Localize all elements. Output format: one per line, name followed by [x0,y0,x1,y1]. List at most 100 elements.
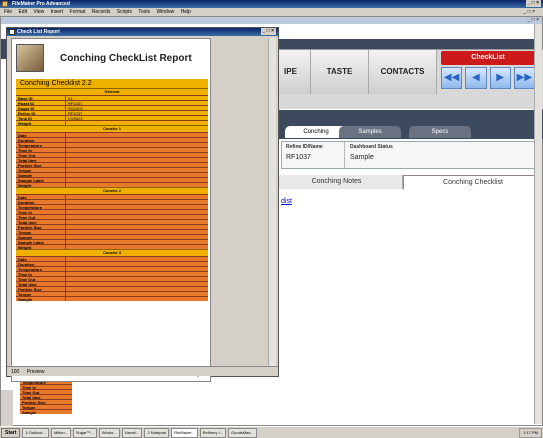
nav-button-taste[interactable]: TASTE [311,50,369,94]
taskbar-button[interactable]: Milton... [50,427,71,438]
table-row: Total time [16,157,208,163]
row-value [66,148,208,152]
row-value [66,277,208,281]
next-record-icon[interactable]: ▶ [489,67,511,89]
tab-conching[interactable]: Conching [285,126,347,138]
taskbar-button[interactable]: GoodsMas... [228,427,257,438]
menu-window[interactable]: Window [156,9,174,15]
row-label: Time Out [16,153,66,158]
table-row: Weight [16,244,208,250]
table-row: Weight [16,182,208,188]
row-value [66,173,208,177]
system-tray-clock: 1:17 PM [519,428,542,438]
row-label: Sample [16,235,66,240]
report-scrollbar[interactable] [268,38,276,368]
tab-samples[interactable]: Samples [339,126,401,138]
document-titlebar: _ □ × [1,17,542,24]
row-label: Total time [16,220,66,225]
row-label: Duration [16,262,66,267]
dashboard-status-field[interactable]: Sample [350,154,374,161]
row-value: RF1037 [68,111,83,116]
table-row: Total time [16,219,208,225]
taskbar-button[interactable]: Windo... [98,427,120,438]
tab-specs[interactable]: Specs [409,126,471,138]
row-value [66,200,208,204]
report-preview-window: Check List Report _ □ × Conching CheckLi… [6,27,279,382]
row-label: Refine ID [16,111,66,116]
taskbar-button[interactable]: FileMaker... [170,427,198,438]
row-value [66,205,208,209]
table-row: Base ID 01 [16,95,208,101]
menu-edit[interactable]: Edit [18,9,27,15]
mdi-window-controls[interactable]: _ □ × [524,8,536,16]
row-label: Sample [16,297,66,302]
previous-record-icon[interactable]: ◀ [465,67,487,89]
row-value [66,168,208,172]
tab-bar: Conching Samples Specs [271,125,543,139]
mode-label[interactable]: Preview [27,369,45,375]
taskbar-button[interactable]: Refinery I... [199,427,227,438]
start-button[interactable]: Start [1,427,21,438]
refine-id-field[interactable]: RF1037 [286,154,311,161]
document-window-controls[interactable]: _ □ × [528,17,540,24]
table-row: Date [16,194,208,200]
app-window-controls[interactable]: _ □ × [525,0,541,7]
taskbar-button[interactable]: Sugar™... [72,427,97,438]
table-row: Time In [16,271,208,277]
checklist-link[interactable]: dist [281,198,292,205]
table-row: Duration [16,261,208,267]
row-value [66,272,208,276]
taskbar-button[interactable]: 3 Outlook... [22,427,49,438]
row-label: Torque [16,168,66,173]
report-title: Conching CheckList Report [60,53,192,64]
report-window-controls[interactable]: _ □ × [260,28,276,35]
menu-view[interactable]: View [33,9,44,15]
row-label: Sample [16,173,66,178]
taskbar-button[interactable]: Users\... [121,427,143,438]
report-status-bar: 100 Preview [7,366,278,376]
row-label: Temperature [16,267,66,272]
menu-scripts[interactable]: Scripts [117,9,132,15]
row-value [66,138,208,142]
checklist-button[interactable]: CheckList [441,51,535,65]
row-value [66,282,208,286]
menu-help[interactable]: Help [181,9,191,15]
table-row: Sample [20,409,72,415]
tab-conching-checklist[interactable]: Conching Checklist [403,175,543,189]
conche-3-header: Conche 3 [16,249,208,256]
general-header: General [16,88,208,95]
report-page: Conching CheckList Report Conching Check… [11,38,211,382]
refine-id-header: Refine ID/Name [286,144,323,150]
row-value [66,292,208,296]
menu-file[interactable]: File [4,9,12,15]
table-row: Torque [16,167,208,173]
menubar: File Edit View Insert Format Records Scr… [0,8,543,16]
row-label: Torque [16,292,66,297]
row-label: Total time [16,282,66,287]
subtab-bar: Conching Notes Conching Checklist [271,175,543,189]
document-scrollbar[interactable] [534,24,542,424]
dashboard-status-header: Dashboard Status [350,144,393,150]
nav-button-contacts[interactable]: CONTACTS [369,50,437,94]
taskbar: Start 3 Outlook... Milton... Sugar™... Wind… [0,426,543,438]
menu-insert[interactable]: Insert [51,9,64,15]
checklist-overflow: Temperature Time In Time Out Total time … [20,379,72,425]
row-value [66,240,208,244]
row-label: Weight [16,183,66,188]
menu-records[interactable]: Records [92,9,111,15]
row-value [66,230,208,234]
row-value [66,133,208,137]
table-row: Temperature [16,204,208,210]
filemaker-icon [2,1,8,7]
taskbar-button[interactable]: 2 Notepad [144,427,169,438]
zoom-level[interactable]: 100 [11,369,19,375]
row-label: Time Out [16,277,66,282]
tab-conching-notes[interactable]: Conching Notes [271,175,403,189]
last-record-icon[interactable]: ▶▶ [513,67,535,89]
first-record-icon[interactable]: ◀◀ [441,67,463,89]
menu-format[interactable]: Format [70,9,86,15]
table-row: Time Out [16,152,208,158]
row-label: Duration [16,138,66,143]
table-row: Torque [16,229,208,235]
menu-tools[interactable]: Tools [138,9,150,15]
